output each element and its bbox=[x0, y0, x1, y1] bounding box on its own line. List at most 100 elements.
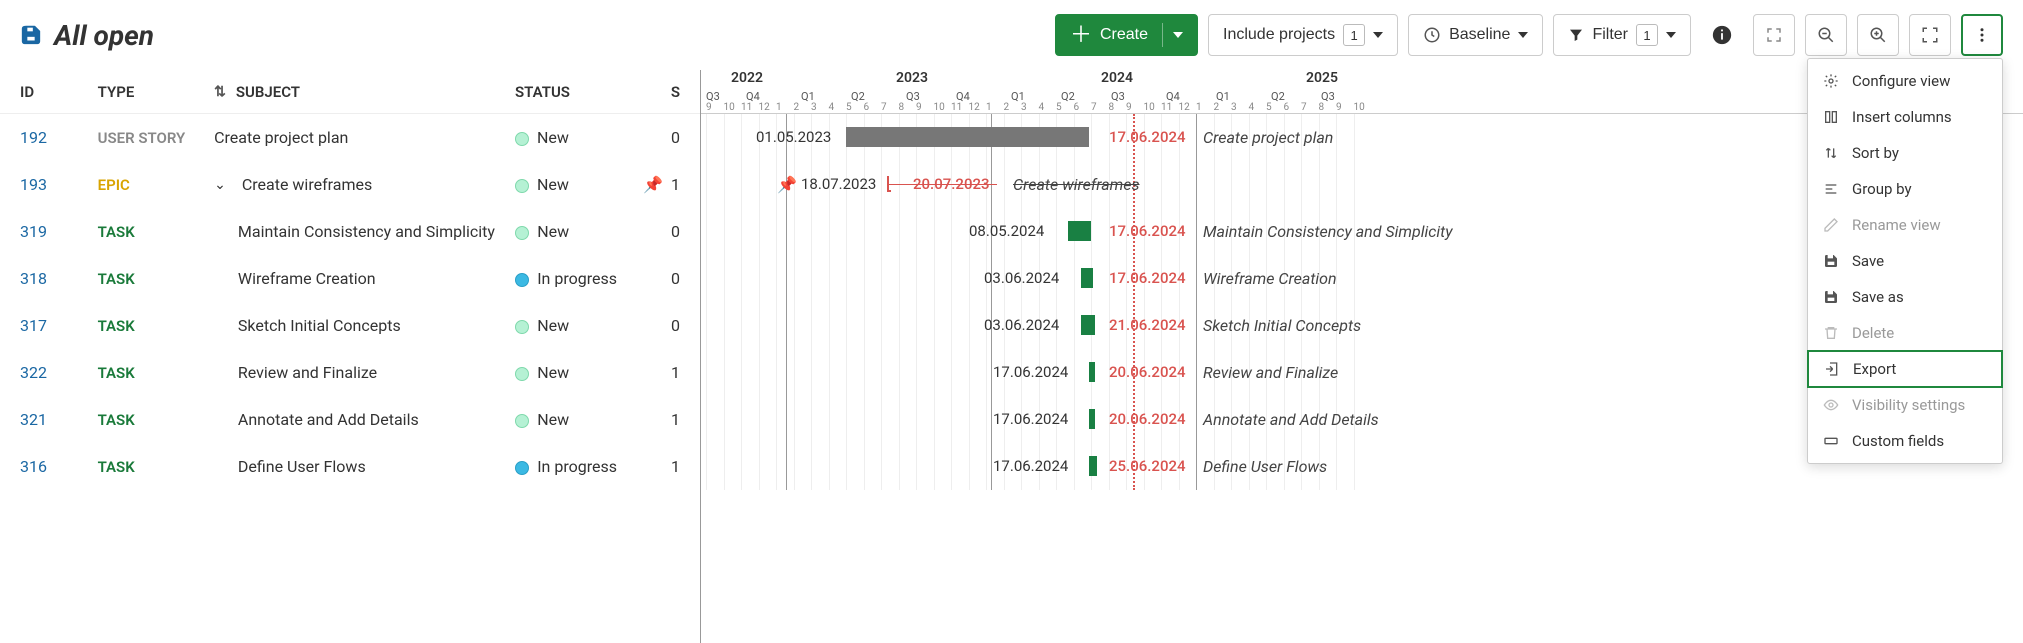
col-id-header[interactable]: ID bbox=[20, 83, 98, 101]
wp-id[interactable]: 316 bbox=[20, 457, 98, 476]
wp-id[interactable]: 318 bbox=[20, 269, 98, 288]
gantt-bar[interactable] bbox=[1068, 221, 1091, 241]
wp-id[interactable]: 319 bbox=[20, 222, 98, 241]
table-row[interactable]: 193EPIC⌄Create wireframesNew📌1 bbox=[0, 161, 700, 208]
month-label: 3 bbox=[1021, 102, 1027, 113]
wp-subject[interactable]: Sketch Initial Concepts bbox=[214, 316, 515, 335]
wp-name: Annotate and Add Details bbox=[1203, 410, 1379, 429]
wp-name: Review and Finalize bbox=[1203, 363, 1338, 382]
wp-subject[interactable]: Create project plan bbox=[214, 128, 515, 147]
end-date: 17.06.2024 bbox=[1109, 128, 1186, 146]
end-date: 20.06.2024 bbox=[1109, 363, 1186, 381]
wp-subject[interactable]: ⌄Create wireframes bbox=[214, 175, 515, 194]
month-label: 6 bbox=[1074, 102, 1080, 113]
menu-item-sort-by[interactable]: Sort by bbox=[1808, 135, 2002, 171]
menu-item-custom-fields[interactable]: Custom fields bbox=[1808, 423, 2002, 459]
gantt-bar[interactable] bbox=[1081, 268, 1093, 288]
save-icon bbox=[1822, 289, 1840, 305]
zoom-fit-icon[interactable] bbox=[1909, 14, 1951, 56]
wp-name: Maintain Consistency and Simplicity bbox=[1203, 222, 1453, 241]
start-date: 03.06.2024 bbox=[984, 316, 1059, 334]
gantt-bar[interactable] bbox=[1089, 362, 1095, 382]
menu-item-configure-view[interactable]: Configure view bbox=[1808, 63, 2002, 99]
wp-type: TASK bbox=[98, 364, 214, 382]
table-row[interactable]: 321TASKAnnotate and Add DetailsNew1 bbox=[0, 396, 700, 443]
month-label: 8 bbox=[1319, 102, 1325, 113]
menu-label: Sort by bbox=[1852, 144, 1899, 162]
wp-id[interactable]: 317 bbox=[20, 316, 98, 335]
status-dot bbox=[515, 226, 529, 240]
history-icon bbox=[1423, 26, 1441, 44]
month-label: 11 bbox=[741, 102, 752, 113]
wp-type: TASK bbox=[98, 458, 214, 476]
wp-subject[interactable]: Maintain Consistency and Simplicity bbox=[214, 222, 515, 241]
end-date: 17.06.2024 bbox=[1109, 222, 1186, 240]
more-menu-button[interactable] bbox=[1961, 14, 2003, 56]
create-button[interactable]: ＋ Create bbox=[1055, 14, 1198, 56]
zoom-in-icon[interactable] bbox=[1857, 14, 1899, 56]
wp-id[interactable]: 321 bbox=[20, 410, 98, 429]
wp-type: TASK bbox=[98, 270, 214, 288]
col-type-header[interactable]: TYPE bbox=[98, 83, 214, 101]
month-label: 4 bbox=[1039, 102, 1045, 113]
collapse-icon[interactable]: ⌄ bbox=[214, 177, 226, 193]
view-save-icon[interactable] bbox=[20, 24, 42, 46]
col-extra-header[interactable]: S bbox=[641, 83, 680, 101]
month-label: 10 bbox=[1144, 102, 1155, 113]
month-label: 6 bbox=[864, 102, 870, 113]
trash-icon bbox=[1822, 325, 1840, 341]
wp-subject[interactable]: Define User Flows bbox=[214, 457, 515, 476]
view-title: All open bbox=[54, 19, 154, 52]
wp-subject[interactable]: Wireframe Creation bbox=[214, 269, 515, 288]
menu-item-group-by[interactable]: Group by bbox=[1808, 171, 2002, 207]
menu-item-save[interactable]: Save bbox=[1808, 243, 2002, 279]
include-projects-button[interactable]: Include projects 1 bbox=[1208, 14, 1398, 56]
wp-subject[interactable]: Review and Finalize bbox=[214, 363, 515, 382]
month-label: 1 bbox=[1196, 102, 1202, 113]
table-row[interactable]: 318TASKWireframe CreationIn progress0 bbox=[0, 255, 700, 302]
wp-name: Define User Flows bbox=[1203, 457, 1327, 476]
wp-id[interactable]: 192 bbox=[20, 128, 98, 147]
table-row[interactable]: 316TASKDefine User FlowsIn progress1 bbox=[0, 443, 700, 490]
filter-button[interactable]: Filter 1 bbox=[1553, 14, 1691, 56]
zoom-out-icon[interactable] bbox=[1805, 14, 1847, 56]
year-label: 2022 bbox=[731, 70, 763, 86]
menu-label: Save as bbox=[1852, 288, 1904, 306]
month-label: 10 bbox=[724, 102, 735, 113]
month-label: 4 bbox=[1249, 102, 1255, 113]
info-icon[interactable] bbox=[1701, 14, 1743, 56]
table-row[interactable]: 319TASKMaintain Consistency and Simplici… bbox=[0, 208, 700, 255]
sort-icon: ⇅ bbox=[214, 84, 226, 100]
wp-id[interactable]: 322 bbox=[20, 363, 98, 382]
table-row[interactable]: 192USER STORYCreate project planNew0 bbox=[0, 114, 700, 161]
gantt-bar[interactable] bbox=[846, 127, 1089, 147]
wp-id[interactable]: 193 bbox=[20, 175, 98, 194]
wp-status: New bbox=[515, 363, 641, 382]
menu-item-save-as[interactable]: Save as bbox=[1808, 279, 2002, 315]
fields-icon bbox=[1822, 433, 1840, 449]
caret-down-icon bbox=[1666, 32, 1676, 38]
month-label: 2 bbox=[794, 102, 800, 113]
wp-status: New bbox=[515, 128, 641, 147]
filter-count: 1 bbox=[1636, 24, 1658, 46]
baseline-button[interactable]: Baseline bbox=[1408, 14, 1543, 56]
year-label: 2024 bbox=[1101, 70, 1133, 86]
menu-item-rename-view: Rename view bbox=[1808, 207, 2002, 243]
menu-item-export[interactable]: Export bbox=[1807, 350, 2003, 388]
wp-subject[interactable]: Annotate and Add Details bbox=[214, 410, 515, 429]
fullscreen-enter-icon[interactable] bbox=[1753, 14, 1795, 56]
include-projects-label: Include projects bbox=[1223, 26, 1335, 44]
end-date: 21.06.2024 bbox=[1109, 316, 1186, 334]
col-status-header[interactable]: STATUS bbox=[515, 83, 641, 101]
gantt-bar[interactable] bbox=[1089, 456, 1097, 476]
col-subject-header[interactable]: ⇅ SUBJECT bbox=[214, 83, 515, 101]
table-row[interactable]: 322TASKReview and FinalizeNew1 bbox=[0, 349, 700, 396]
menu-item-insert-columns[interactable]: Insert columns bbox=[1808, 99, 2002, 135]
gantt-bar[interactable] bbox=[1089, 409, 1095, 429]
month-label: 1 bbox=[986, 102, 992, 113]
gantt-bar[interactable] bbox=[1081, 315, 1095, 335]
caret-down-icon bbox=[1173, 32, 1183, 38]
start-date: 17.06.2024 bbox=[993, 363, 1068, 381]
caret-down-icon bbox=[1373, 32, 1383, 38]
table-row[interactable]: 317TASKSketch Initial ConceptsNew0 bbox=[0, 302, 700, 349]
